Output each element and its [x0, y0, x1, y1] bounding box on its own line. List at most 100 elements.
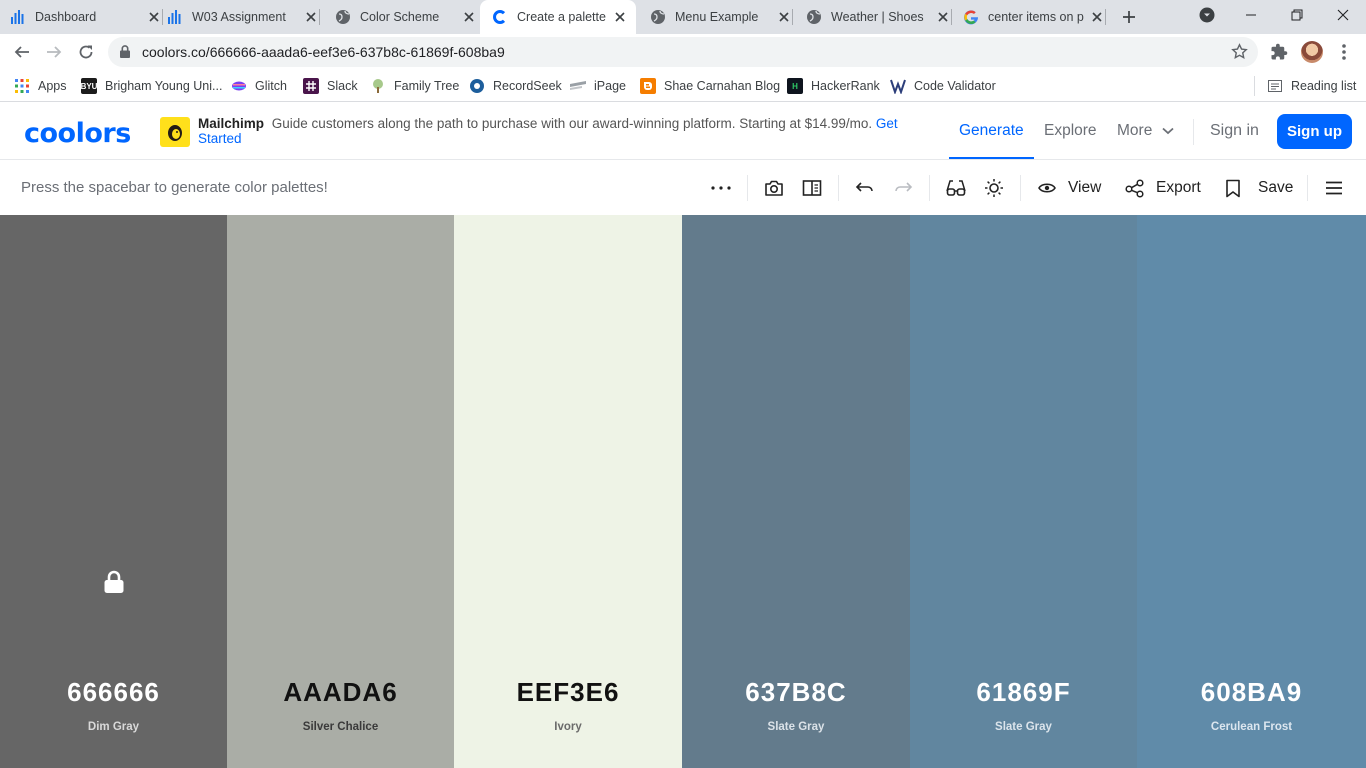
export-label: Export: [1156, 179, 1201, 196]
more-vertical-icon: [1342, 44, 1346, 60]
color-name: Silver Chalice: [302, 721, 379, 733]
nav-more[interactable]: More: [1117, 122, 1174, 140]
color-swatch[interactable]: 61869F Slate Gray: [910, 215, 1137, 768]
glasses-icon: [946, 180, 966, 196]
color-swatch[interactable]: 637B8C Slate Gray: [682, 215, 910, 768]
bookmark-label: RecordSeek: [493, 79, 562, 93]
bookmark-glitch[interactable]: Glitch: [231, 76, 287, 96]
color-hex-code[interactable]: 61869F: [910, 677, 1137, 708]
tab-menu-example[interactable]: Menu Example: [640, 0, 793, 34]
bookmark-label: Apps: [38, 79, 67, 93]
save-label: Save: [1258, 179, 1294, 196]
profile-button[interactable]: [1301, 41, 1323, 63]
close-icon[interactable]: [146, 9, 162, 25]
w3c-validator-icon: [890, 78, 906, 94]
toolbar-divider: [838, 175, 839, 201]
bookmark-star-icon[interactable]: [1231, 43, 1248, 60]
blogger-icon: [640, 78, 656, 94]
nav-generate[interactable]: Generate: [959, 122, 1024, 140]
mailchimp-logo[interactable]: [160, 117, 190, 147]
forward-button[interactable]: [40, 38, 68, 66]
image-picker-button[interactable]: [764, 176, 784, 200]
color-hex-code[interactable]: 637B8C: [682, 677, 910, 708]
bookmark-ipage[interactable]: iPage: [570, 76, 626, 96]
lock-icon[interactable]: [103, 570, 125, 594]
color-hex-code[interactable]: 666666: [0, 677, 227, 708]
nav-explore[interactable]: Explore: [1044, 122, 1097, 140]
more-options-button[interactable]: [711, 176, 731, 200]
back-button[interactable]: [8, 38, 36, 66]
color-hex-code[interactable]: AAADA6: [227, 677, 454, 708]
color-hex-code[interactable]: EEF3E6: [454, 677, 682, 708]
bookmark-shae-blog[interactable]: Shae Carnahan Blog: [640, 76, 780, 96]
color-name: Cerulean Frost: [1210, 721, 1293, 733]
reload-icon: [79, 45, 93, 59]
bookmark-recordseek[interactable]: RecordSeek: [469, 76, 562, 96]
slack-icon: [303, 78, 319, 94]
avatar: [1301, 41, 1323, 63]
color-swatch[interactable]: AAADA6 Silver Chalice: [227, 215, 454, 768]
close-icon[interactable]: [461, 9, 477, 25]
generator-toolbar: Press the spacebar to generate color pal…: [0, 160, 1366, 215]
tab-w03-assignment[interactable]: W03 Assignment: [167, 0, 320, 34]
close-icon[interactable]: [303, 9, 319, 25]
tab-separator: [1105, 9, 1106, 25]
redo-icon: [895, 182, 913, 192]
tab-search-button[interactable]: [1184, 0, 1230, 30]
bookmark-byu[interactable]: BYU Brigham Young Uni...: [81, 76, 222, 96]
adjust-palette-button[interactable]: [984, 176, 1004, 200]
globe-icon: [806, 9, 822, 25]
undo-button[interactable]: [855, 176, 875, 200]
reload-button[interactable]: [72, 38, 100, 66]
tab-color-scheme[interactable]: Color Scheme: [325, 0, 477, 34]
apps-grid-icon: [14, 78, 30, 94]
redo-button[interactable]: [893, 176, 913, 200]
bookmark-slack[interactable]: Slack: [303, 76, 358, 96]
tab-create-a-palette[interactable]: Create a palette -: [480, 0, 636, 34]
mailchimp-ad[interactable]: Mailchimp Guide customers along the path…: [198, 116, 933, 146]
browser-tab-strip: Dashboard W03 Assignment Color Scheme Cr…: [0, 0, 1366, 34]
browser-toolbar: coolors.co/666666-aaada6-eef3e6-637b8c-6…: [0, 34, 1366, 70]
bookmark-apps[interactable]: Apps: [14, 76, 67, 96]
close-window-button[interactable]: [1320, 0, 1366, 30]
columns-icon: [802, 180, 822, 196]
close-icon[interactable]: [1089, 9, 1105, 25]
bookmark-code-validator[interactable]: Code Validator: [890, 76, 996, 96]
reading-list-button[interactable]: Reading list: [1267, 76, 1356, 96]
browser-menu-button[interactable]: [1333, 41, 1355, 63]
tab-center-items[interactable]: center items on p: [953, 0, 1106, 34]
bookmarks-divider: [1254, 76, 1255, 96]
reading-list-icon: [1267, 78, 1283, 94]
address-bar[interactable]: coolors.co/666666-aaada6-eef3e6-637b8c-6…: [108, 37, 1258, 67]
color-name: Ivory: [554, 721, 582, 733]
restore-button[interactable]: [1274, 0, 1320, 30]
tab-separator: [951, 9, 952, 25]
minimize-button[interactable]: [1228, 0, 1274, 30]
color-blindness-button[interactable]: [946, 176, 966, 200]
bookmark-hackerrank[interactable]: H HackerRank: [787, 76, 880, 96]
site-header: coolors Mailchimp Guide customers along …: [0, 103, 1366, 160]
view-button[interactable]: View: [1038, 176, 1101, 200]
sign-up-button[interactable]: Sign up: [1277, 114, 1352, 149]
tab-weather-shoes[interactable]: Weather | Shoes: [796, 0, 952, 34]
toolbar-divider: [929, 175, 930, 201]
main-menu-button[interactable]: [1325, 176, 1343, 200]
color-swatch[interactable]: EEF3E6 Ivory: [454, 215, 682, 768]
color-swatch[interactable]: 608BA9 Cerulean Frost: [1137, 215, 1366, 768]
hamburger-menu-icon: [1326, 181, 1342, 195]
view-mode-button[interactable]: [802, 176, 822, 200]
export-button[interactable]: Export: [1125, 176, 1201, 200]
color-hex-code[interactable]: 608BA9: [1137, 677, 1366, 708]
close-icon[interactable]: [612, 9, 628, 25]
new-tab-button[interactable]: [1117, 5, 1141, 29]
coolors-logo[interactable]: coolors: [24, 118, 131, 149]
close-icon[interactable]: [776, 9, 792, 25]
tab-dashboard[interactable]: Dashboard: [10, 0, 163, 34]
sign-in-link[interactable]: Sign in: [1210, 122, 1259, 140]
arrow-right-icon: [47, 46, 62, 58]
save-button[interactable]: Save: [1225, 176, 1293, 200]
close-icon[interactable]: [935, 9, 951, 25]
bookmark-family-tree[interactable]: Family Tree: [370, 76, 459, 96]
color-swatch[interactable]: 666666 Dim Gray: [0, 215, 227, 768]
extensions-button[interactable]: [1268, 41, 1290, 63]
